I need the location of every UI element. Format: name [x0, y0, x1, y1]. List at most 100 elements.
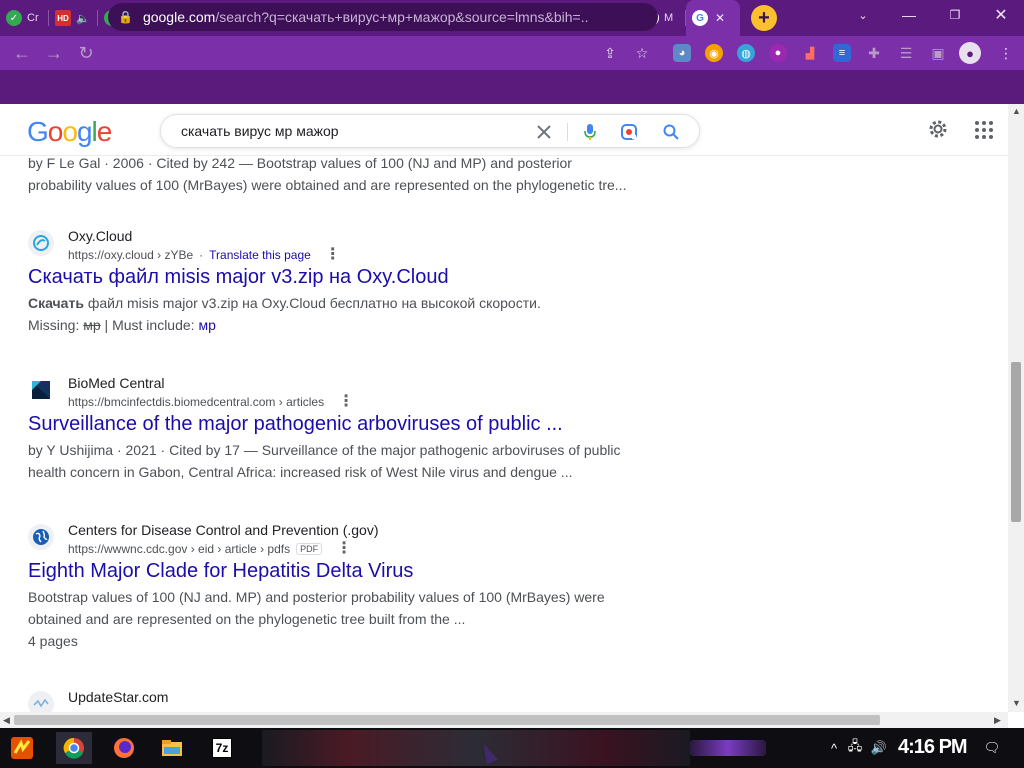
voice-search-icon[interactable]: [581, 123, 599, 141]
media-queue-icon[interactable]: ☰: [897, 44, 915, 62]
snippet-line: by F Le Gal · 2006 · Cited by 242 — Boot…: [28, 156, 572, 171]
side-panel-icon[interactable]: ▣: [929, 44, 947, 62]
updatestar-icon: [28, 691, 54, 712]
close-tab-icon[interactable]: ✕: [715, 11, 725, 25]
biomed-central-icon: [28, 377, 54, 403]
horizontal-scroll-thumb[interactable]: [14, 715, 880, 725]
seven-zip-icon[interactable]: 7z: [204, 732, 240, 764]
site-url[interactable]: https://bmcinfectdis.biomedcentral.com ›…: [68, 394, 354, 410]
seven-zip-label: 7z: [211, 738, 233, 758]
restore-button[interactable]: ❐: [932, 0, 978, 30]
site-name[interactable]: Oxy.Cloud: [68, 228, 132, 244]
reload-button[interactable]: ↻: [70, 37, 102, 69]
result-snippet: Bootstrap values of 100 (NJ and. MP) and…: [28, 586, 628, 652]
result-snippet: Скачать файл misis major v3.zip на Oxy.C…: [28, 292, 628, 336]
tab[interactable]: ✓Cr: [0, 0, 49, 36]
extension-circle-icon[interactable]: ◉: [705, 44, 723, 62]
google-logo[interactable]: Google: [27, 116, 112, 148]
search-box[interactable]: скачать вирус мр мажор: [160, 114, 700, 148]
new-tab-button[interactable]: +: [751, 5, 777, 31]
search-input[interactable]: скачать вирус мр мажор: [181, 123, 339, 139]
search-icon[interactable]: [662, 123, 680, 141]
missing-label: Missing:: [28, 317, 84, 333]
scroll-down-arrow[interactable]: ▼: [1012, 698, 1021, 708]
taskbar-wallpaper: [262, 730, 690, 766]
settings-gear-icon[interactable]: [927, 118, 949, 140]
address-bar[interactable]: 🔒 google.com/search?q=скачать+вирус+мр+м…: [108, 3, 658, 31]
file-explorer-icon[interactable]: [154, 732, 190, 764]
network-icon[interactable]: 🖧: [847, 738, 863, 756]
start-button-icon[interactable]: [4, 732, 40, 764]
snippet-text: файл misis major v3.zip на Oxy.Cloud бес…: [83, 295, 541, 311]
pdf-badge: PDF: [296, 543, 323, 555]
volume-icon[interactable]: 🔊: [871, 740, 887, 756]
taskbar: 7z ^ 🖧 🔊 4:16 PM 🗨: [0, 728, 1024, 768]
globe-icon: [28, 524, 54, 550]
tab[interactable]: HD 🔈: [49, 0, 98, 36]
result-title-link[interactable]: Eighth Major Clade for Hepatitis Delta V…: [28, 560, 413, 583]
search-divider: [567, 123, 568, 141]
tab-active[interactable]: G ✕: [686, 0, 740, 36]
must-include-label: | Must include:: [100, 317, 199, 333]
url-text: https://oxy.cloud › zYBe: [68, 248, 194, 262]
chrome-taskbar-icon[interactable]: [56, 732, 92, 764]
minimize-button[interactable]: —: [886, 0, 932, 30]
site-name[interactable]: Centers for Disease Control and Preventi…: [68, 522, 378, 538]
google-icon: G: [692, 10, 708, 26]
more-options-icon[interactable]: ⋮: [336, 541, 352, 557]
vertical-scroll-thumb[interactable]: [1011, 362, 1021, 522]
snippet-line: Bootstrap values of 100 (NJ and. MP) and…: [28, 589, 605, 605]
profile-avatar-icon[interactable]: ●: [959, 42, 981, 64]
site-name[interactable]: UpdateStar.com: [68, 689, 168, 705]
url-text: https://bmcinfectdis.biomedcentral.com ›…: [68, 395, 325, 409]
url-text[interactable]: google.com/search?q=скачать+вирус+мр+маж…: [143, 9, 589, 25]
notifications-icon[interactable]: 🗨: [984, 740, 1001, 756]
result-title-link[interactable]: Скачать файл misis major v3.zip на Oxy.C…: [28, 266, 449, 289]
google-apps-icon[interactable]: [975, 121, 993, 139]
more-options-icon[interactable]: ⋮: [338, 394, 354, 410]
snippet-line: obtained and are represented on the phyl…: [28, 611, 466, 627]
extensions-puzzle-icon[interactable]: ✚: [865, 44, 883, 62]
lock-icon[interactable]: 🔒: [118, 10, 133, 24]
site-url[interactable]: https://wwwnc.cdc.gov › eid › article › …: [68, 541, 352, 557]
browser-menu-icon[interactable]: ⋮: [997, 44, 1015, 62]
extension-chart-icon[interactable]: ▟: [801, 44, 819, 62]
more-options-icon[interactable]: ⋮: [325, 247, 341, 263]
share-icon[interactable]: ⇪: [601, 44, 619, 62]
site-name[interactable]: BioMed Central: [68, 375, 165, 391]
horizontal-scrollbar[interactable]: ◀ ▶: [0, 712, 1008, 728]
extension-globe-icon[interactable]: ◍: [737, 44, 755, 62]
extension-note-icon[interactable]: ≡: [833, 44, 851, 62]
translate-link[interactable]: Translate this page: [209, 248, 311, 262]
back-button[interactable]: ←: [6, 37, 38, 69]
speaker-icon: 🔈: [76, 12, 90, 25]
bookmarks-bar: [0, 70, 1024, 104]
taskbar-clock[interactable]: 4:16 PM: [898, 736, 968, 759]
scroll-left-arrow[interactable]: ◀: [3, 715, 10, 726]
must-include-link[interactable]: мр: [198, 317, 215, 333]
taskbar-decoration: [690, 740, 766, 756]
clear-search-icon[interactable]: [535, 123, 553, 141]
tab-search-icon[interactable]: ⌄: [840, 0, 886, 30]
vertical-scrollbar[interactable]: ▲ ▼: [1008, 104, 1024, 712]
hd-icon: HD: [55, 10, 71, 26]
firefox-taskbar-icon[interactable]: [106, 732, 142, 764]
google-header: Google скачать вирус мр мажор: [0, 104, 1008, 156]
show-hidden-icons-icon[interactable]: ^: [826, 740, 842, 756]
lens-search-icon[interactable]: [620, 123, 638, 141]
close-window-button[interactable]: ✕: [978, 0, 1024, 30]
extension-cat-icon[interactable]: ◕: [673, 44, 691, 62]
oxy-cloud-icon: [28, 230, 54, 256]
bookmark-star-icon[interactable]: ☆: [633, 44, 651, 62]
page-count: 4 pages: [28, 633, 78, 649]
scroll-up-arrow[interactable]: ▲: [1012, 106, 1021, 116]
forward-button[interactable]: →: [38, 37, 70, 69]
search-results: by F Le Gal · 2006 · Cited by 242 — Boot…: [0, 156, 1008, 712]
url-text: https://wwwnc.cdc.gov › eid › article › …: [68, 542, 291, 556]
site-url[interactable]: https://oxy.cloud › zYBe · Translate thi…: [68, 247, 341, 263]
missing-word: мр: [83, 317, 101, 333]
extension-orb-icon[interactable]: ●: [769, 44, 787, 62]
result-snippet: by Y Ushijima · 2021 · Cited by 17 — Sur…: [28, 439, 628, 483]
scroll-right-arrow[interactable]: ▶: [994, 715, 1001, 726]
result-title-link[interactable]: Surveillance of the major pathogenic arb…: [28, 413, 563, 436]
